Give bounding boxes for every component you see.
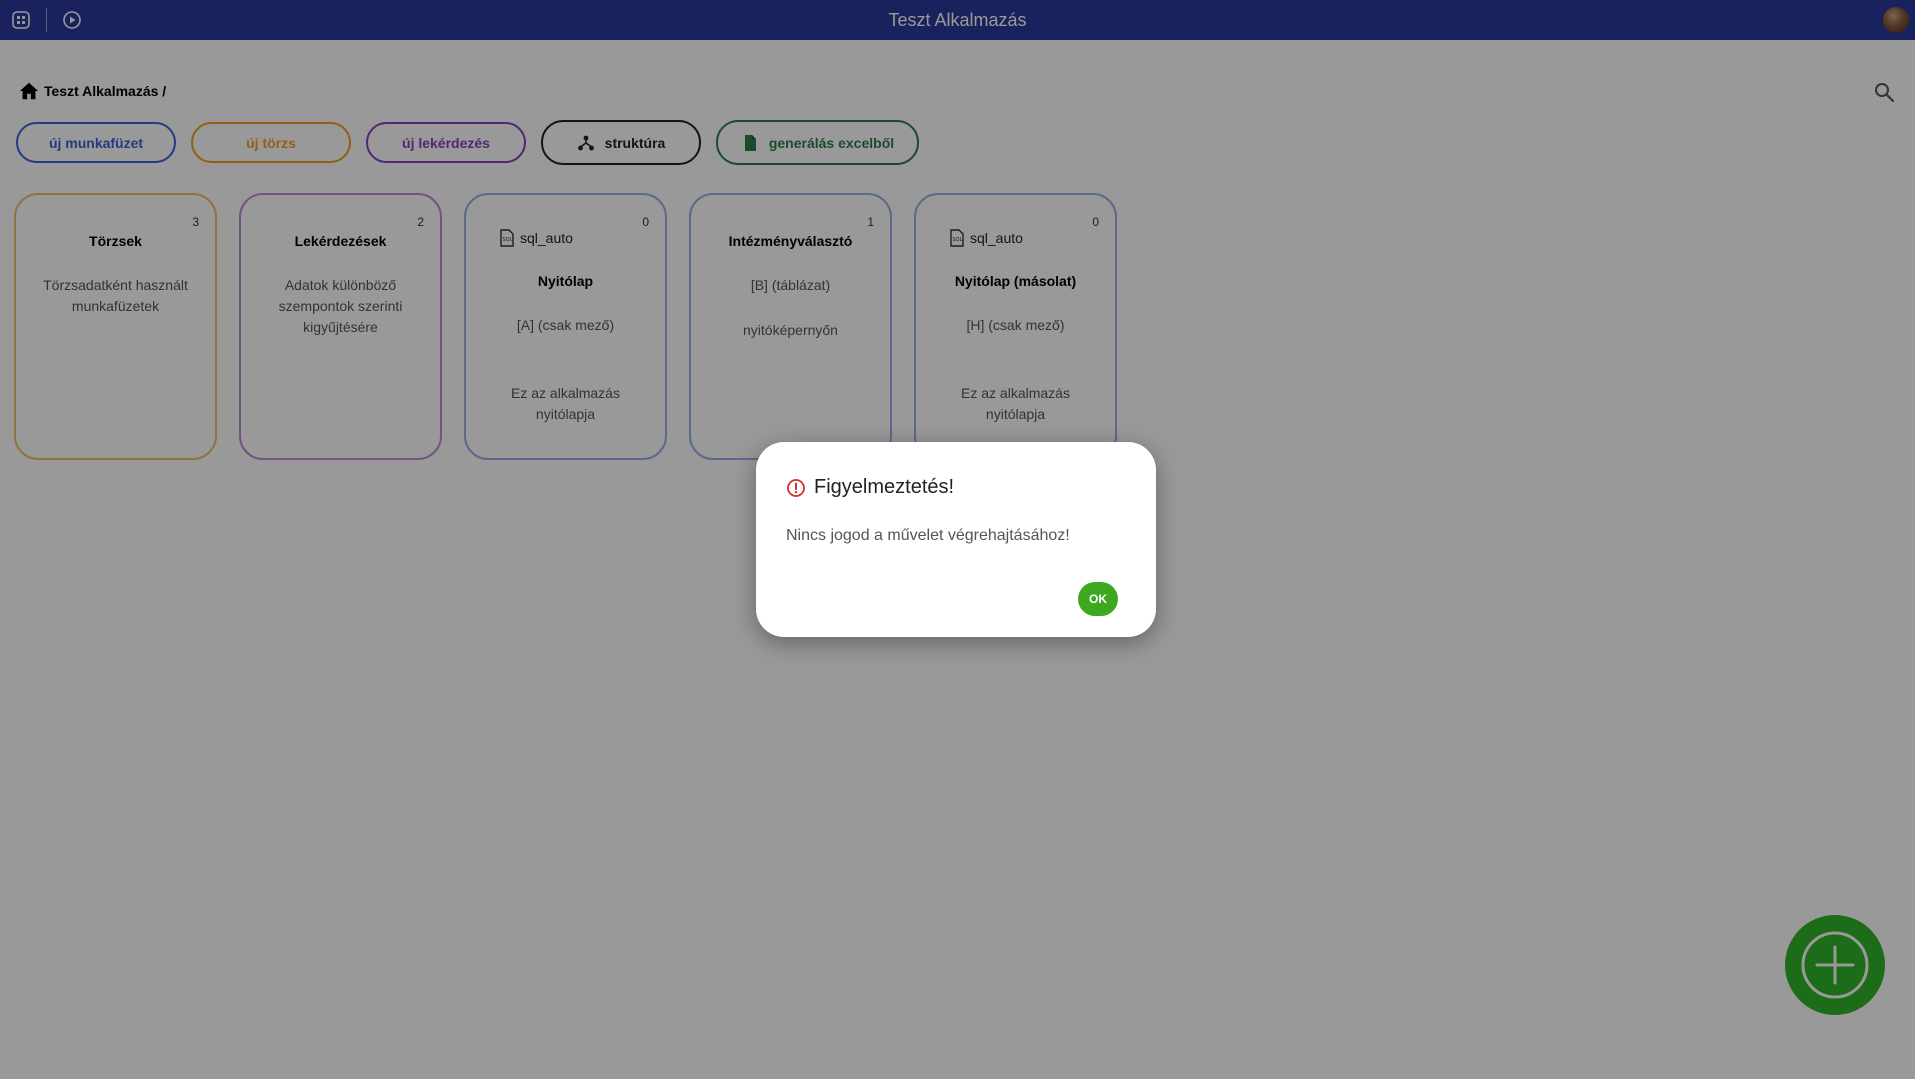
dialog-title: Figyelmeztetés! [786, 476, 954, 499]
warning-icon [787, 478, 805, 497]
warning-dialog: Figyelmeztetés! Nincs jogod a művelet vé… [756, 442, 1156, 637]
dialog-title-text: Figyelmeztetés! [814, 476, 955, 498]
dialog-message: Nincs jogod a művelet végrehajtásához! [786, 527, 1070, 544]
ok-button[interactable]: OK [1078, 582, 1118, 616]
